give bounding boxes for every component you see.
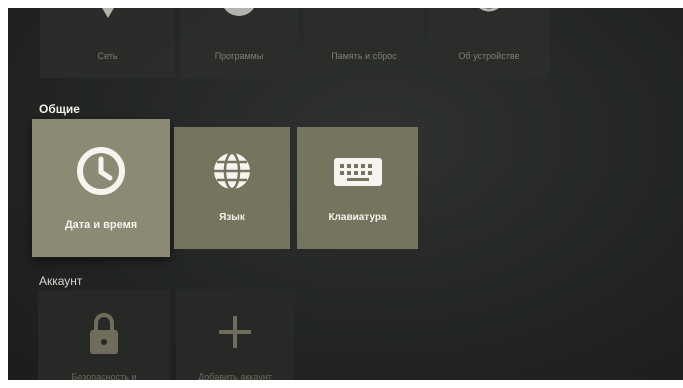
keyboard-icon <box>297 155 418 189</box>
lock-icon <box>38 310 170 356</box>
tile-label: Об устройстве <box>458 51 520 61</box>
storage-icon <box>304 8 424 20</box>
tile-label: Добавить аккаунт <box>198 372 272 380</box>
tile-about-device[interactable]: Об устройстве <box>428 8 550 78</box>
tile-label: Безопасность и <box>71 372 137 380</box>
plus-icon <box>176 312 294 352</box>
tile-security[interactable]: Безопасность и <box>38 290 170 380</box>
tile-label: Клавиатура <box>328 212 387 223</box>
tile-date-time[interactable]: Дата и время <box>32 119 170 257</box>
tile-label: Память и сброс <box>331 51 397 61</box>
tile-apps[interactable]: Программы <box>180 8 298 78</box>
globe-icon <box>174 149 290 193</box>
tile-storage-reset[interactable]: Память и сброс <box>304 8 424 78</box>
tile-label: Язык <box>219 212 245 223</box>
info-icon <box>428 8 550 20</box>
tile-label: Сеть <box>97 51 118 61</box>
tile-add-account[interactable]: Добавить аккаунт <box>176 290 294 380</box>
section-title-general: Общие <box>39 102 80 116</box>
tile-network[interactable]: Сеть <box>40 8 175 78</box>
clock-icon <box>32 145 170 197</box>
apps-icon <box>180 8 298 20</box>
tile-language[interactable]: Язык <box>174 127 290 249</box>
section-title-account: Аккаунт <box>39 274 83 288</box>
wifi-icon <box>40 8 175 20</box>
tv-settings-screen: Сеть Программы Память и сброс Об устройс… <box>8 8 683 380</box>
tile-keyboard[interactable]: Клавиатура <box>297 127 418 249</box>
tile-label: Дата и время <box>64 219 138 231</box>
tile-label: Программы <box>214 51 264 61</box>
